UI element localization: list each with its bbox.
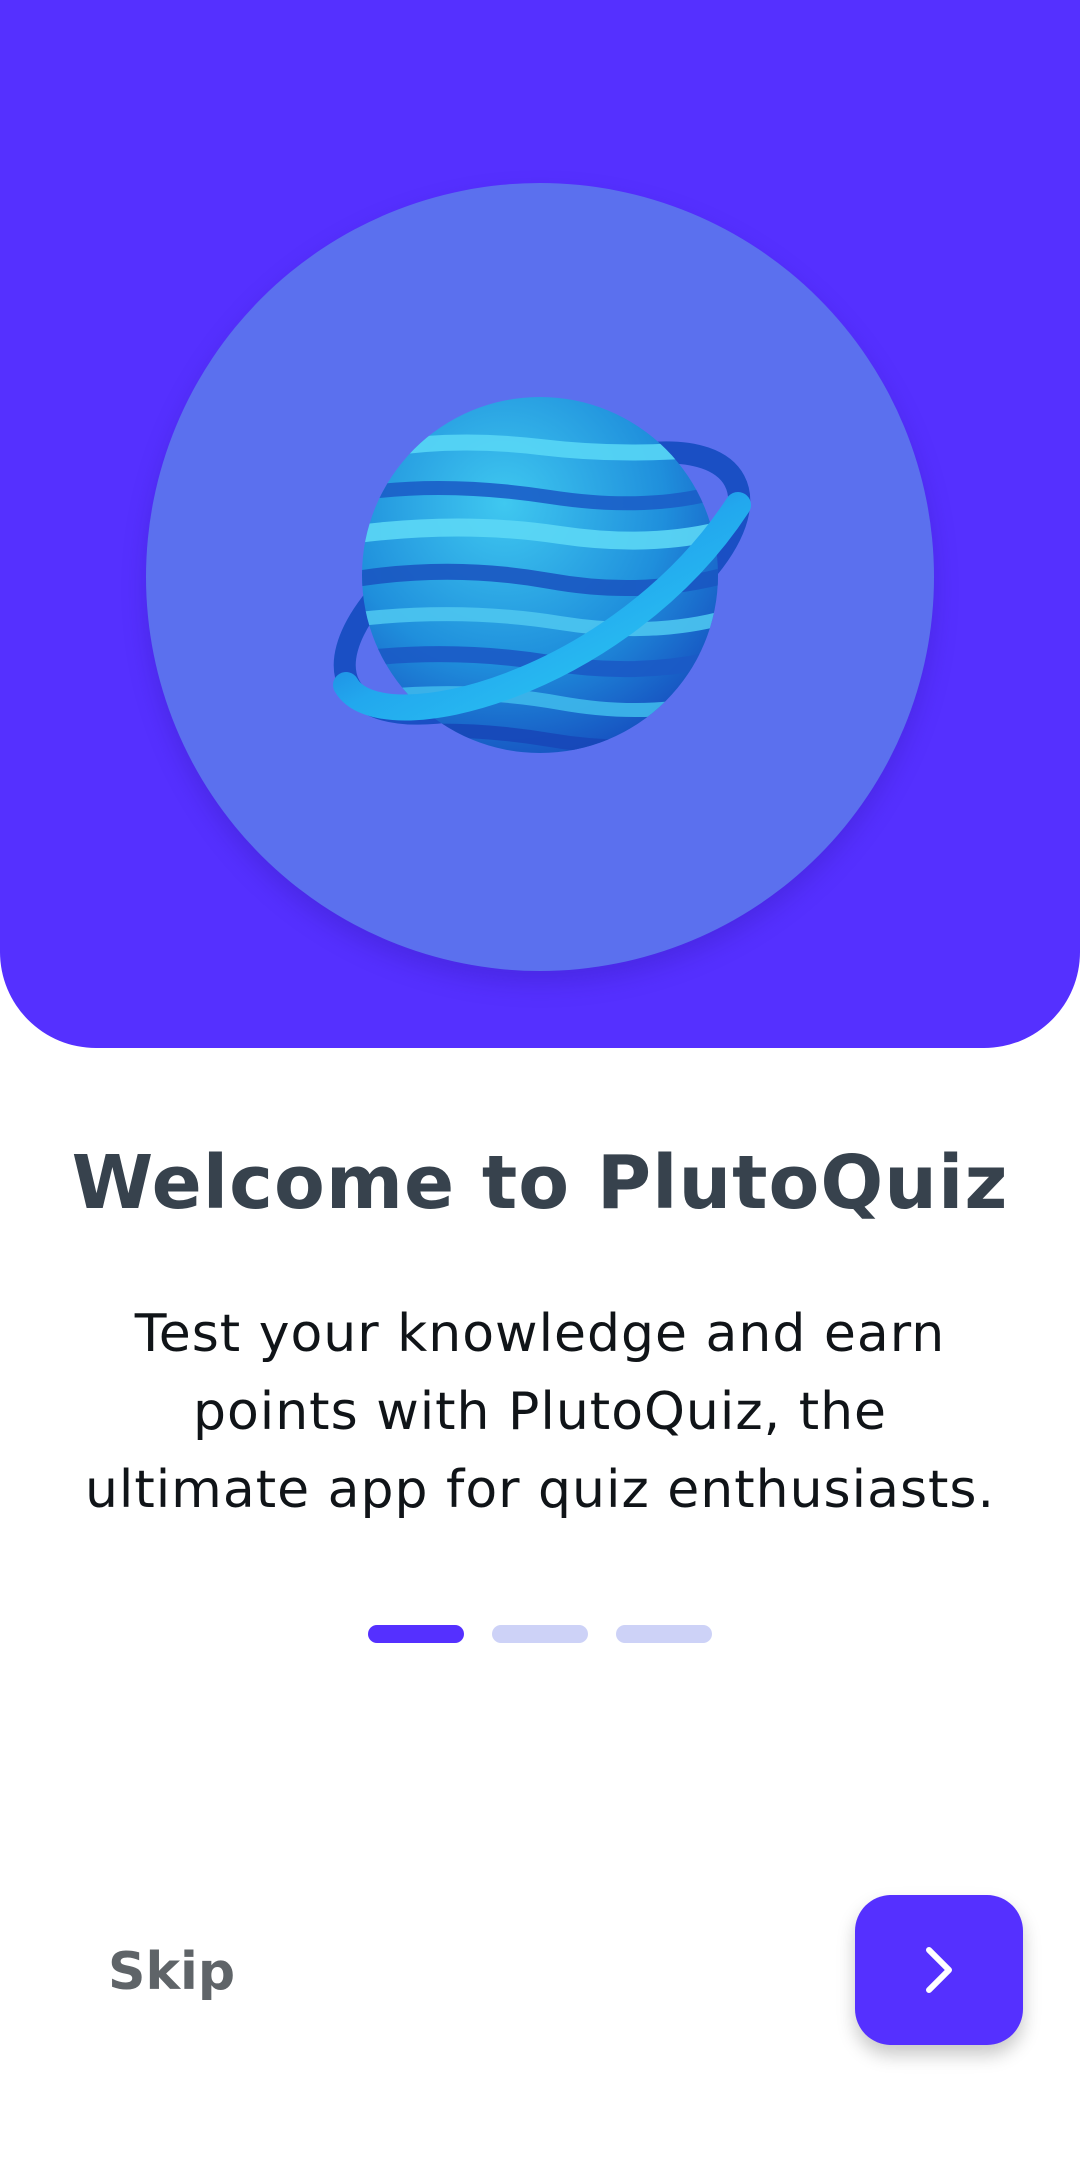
- skip-button[interactable]: Skip: [108, 1942, 235, 2002]
- onboarding-title: Welcome to PlutoQuiz: [71, 1140, 1009, 1226]
- next-button[interactable]: [855, 1895, 1023, 2045]
- page-indicator-dot-1[interactable]: [368, 1625, 464, 1643]
- chevron-right-icon: [926, 1947, 952, 1993]
- description-line: points with PlutoQuiz, the: [192, 1382, 888, 1442]
- page-indicator: [0, 1625, 1080, 1643]
- page-indicator-dot-2[interactable]: [492, 1625, 588, 1643]
- onboarding-description: Test your knowledge and earn points with…: [40, 1295, 1040, 1529]
- page-indicator-dot-3[interactable]: [616, 1625, 712, 1643]
- planet-icon: [333, 397, 751, 753]
- description-line: Test your knowledge and earn: [134, 1304, 946, 1364]
- description-line: ultimate app for quiz enthusiasts.: [84, 1460, 996, 1520]
- hero-banner: [0, 0, 1080, 1048]
